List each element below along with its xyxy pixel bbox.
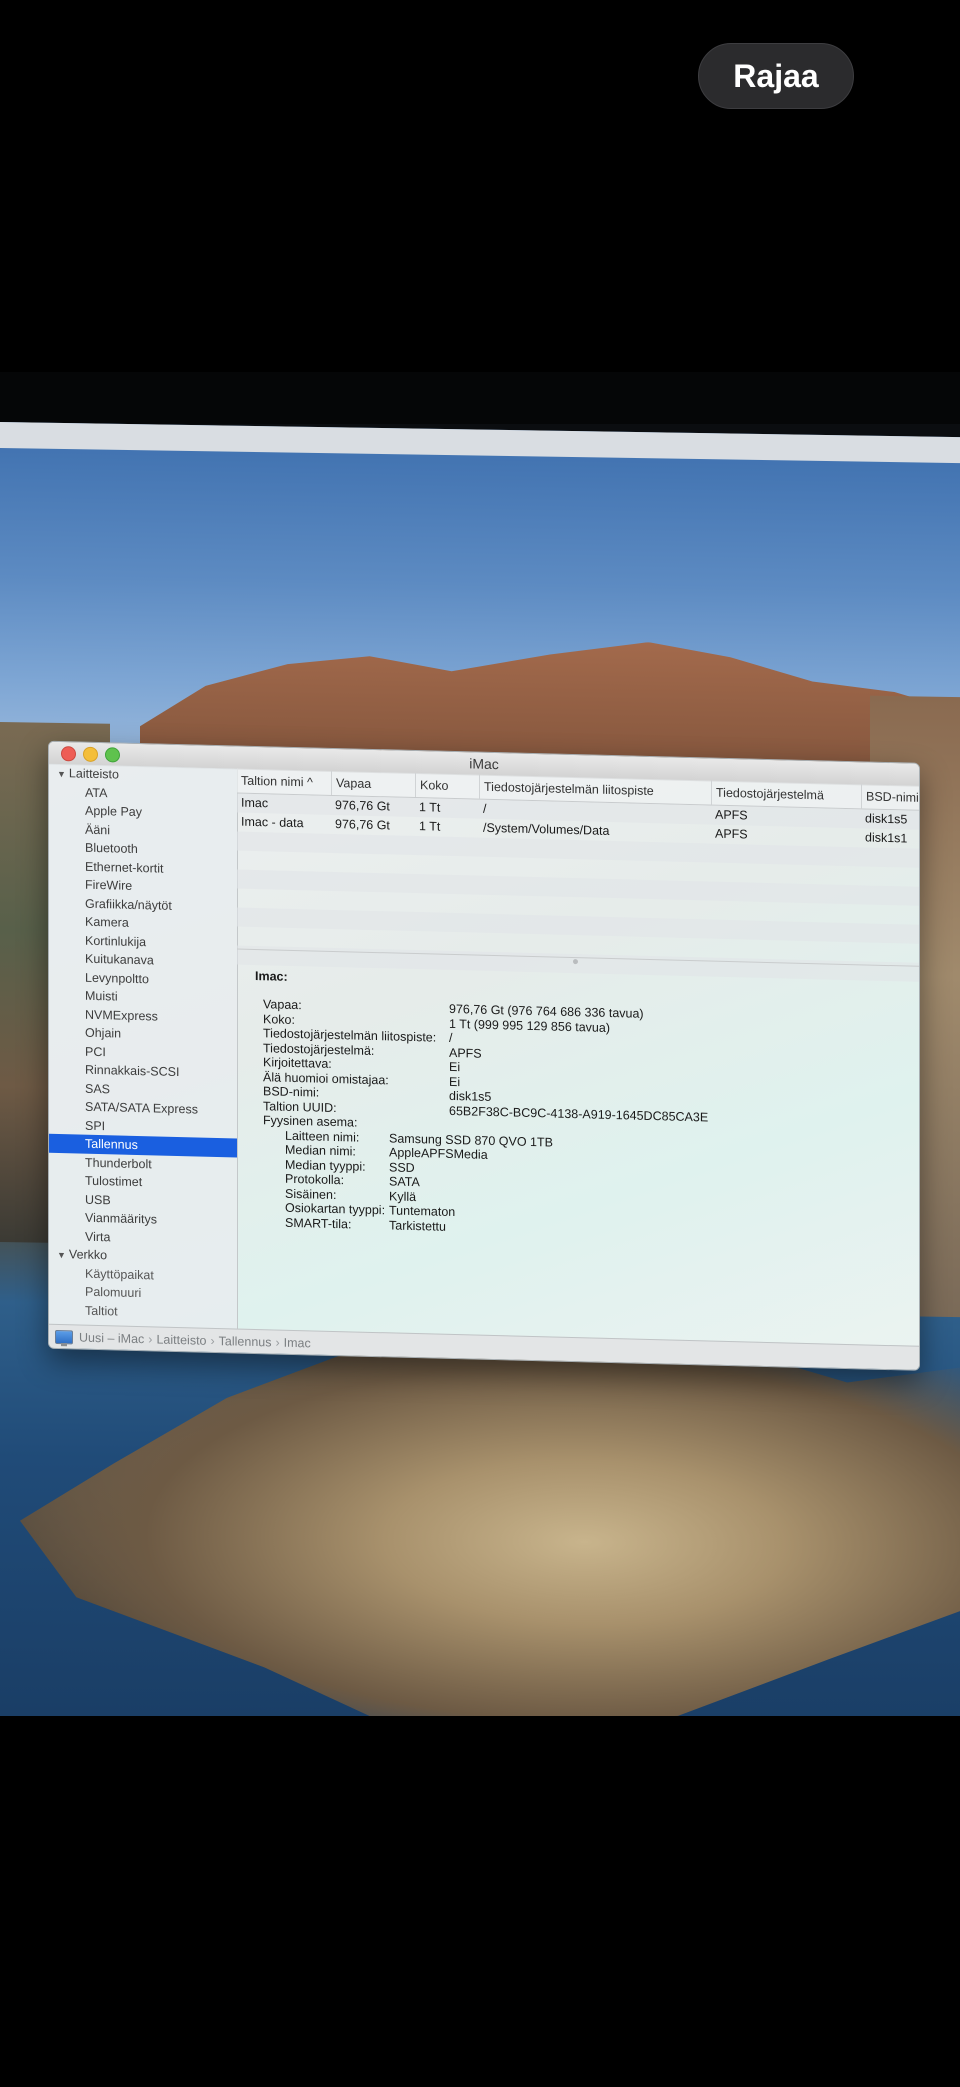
detail-value: Tarkistettu bbox=[389, 1217, 446, 1234]
detail-value: APFS bbox=[449, 1045, 482, 1061]
crop-button[interactable]: Rajaa bbox=[698, 43, 854, 109]
detail-value: Ei bbox=[449, 1074, 461, 1089]
detail-value: Tuntematon bbox=[389, 1203, 456, 1220]
detail-value: SSD bbox=[389, 1159, 415, 1175]
detail-value: / bbox=[449, 1030, 453, 1045]
detail-label: Protokolla: bbox=[285, 1171, 345, 1188]
detail-label: Koko: bbox=[263, 1011, 295, 1027]
column-header[interactable]: Tiedostojärjestelmän liitospiste bbox=[479, 774, 654, 804]
sidebar-group-label: Verkko bbox=[68, 1247, 108, 1263]
table-cell: Imac bbox=[241, 795, 269, 811]
detail-value: SATA bbox=[389, 1174, 420, 1190]
sidebar-item[interactable]: Taltiot bbox=[49, 1300, 237, 1323]
breadcrumb-item[interactable]: Laitteisto bbox=[156, 1332, 206, 1347]
column-header[interactable]: Tiedostojärjestelmä bbox=[711, 780, 824, 808]
detail-label: Vapaa: bbox=[263, 997, 302, 1013]
detail-value: Ei bbox=[449, 1059, 461, 1075]
detail-heading: Imac: bbox=[255, 968, 288, 984]
sidebar-network-items: Käyttöpaikat Palomuuri Taltiot bbox=[49, 1263, 237, 1323]
disclosure-triangle-icon[interactable]: ▼ bbox=[57, 769, 66, 779]
detail-label: Median tyyppi: bbox=[285, 1157, 366, 1174]
system-information-window: iMac ▼ Laitteisto ATA Apple Pay Ääni Bluetoo… bbox=[48, 740, 920, 1371]
column-header[interactable]: Vapaa bbox=[331, 770, 372, 796]
column-header[interactable]: BSD-nimi bbox=[861, 784, 919, 810]
detail-value: Kyllä bbox=[389, 1188, 417, 1204]
detail-label: Median nimi: bbox=[285, 1142, 356, 1159]
detail-label: Sisäinen: bbox=[285, 1186, 337, 1202]
breadcrumb-path: Uusi – iMac › Laitteisto › Tallennus › Imac bbox=[79, 1330, 311, 1350]
table-cell: / bbox=[483, 801, 487, 816]
column-header[interactable]: Koko bbox=[415, 773, 449, 798]
detail-label: Taltion UUID: bbox=[263, 1098, 337, 1115]
detail-label: Fyysinen asema: bbox=[263, 1113, 358, 1130]
breadcrumb-separator: › bbox=[275, 1335, 280, 1350]
computer-icon bbox=[55, 1329, 73, 1344]
detail-value: disk1s5 bbox=[449, 1088, 492, 1104]
table-cell: 1 Tt bbox=[419, 819, 441, 834]
table-cell: disk1s5 bbox=[865, 811, 908, 827]
sidebar: ▼ Laitteisto ATA Apple Pay Ääni Bluetooth Eth… bbox=[49, 763, 238, 1329]
detail-label: Kirjoitettava: bbox=[263, 1055, 332, 1071]
breadcrumb-separator: › bbox=[148, 1331, 153, 1346]
detail-label: BSD-nimi: bbox=[263, 1084, 320, 1100]
table-cell: Imac - data bbox=[241, 814, 304, 831]
detail-pane: Imac: Vapaa: 976,76 Gt (976 764 686 336 t… bbox=[237, 959, 919, 1346]
table-cell: disk1s1 bbox=[865, 830, 908, 846]
photo: iMac ▼ Laitteisto ATA Apple Pay Ääni Bluetoo… bbox=[0, 372, 960, 1716]
table-cell: 976,76 Gt bbox=[335, 798, 390, 814]
breadcrumb-separator: › bbox=[210, 1333, 215, 1348]
monitor-bezel bbox=[0, 372, 960, 424]
detail-value: 1 Tt (999 995 129 856 tavua) bbox=[449, 1016, 610, 1035]
detail-label: Laitteen nimi: bbox=[285, 1128, 360, 1145]
breadcrumb-item[interactable]: Imac bbox=[284, 1335, 311, 1350]
table-cell: APFS bbox=[715, 826, 748, 842]
detail-value: 65B2F38C-BC9C-4138-A919-1645DC85CA3E bbox=[449, 1103, 709, 1124]
desktop-wallpaper: iMac ▼ Laitteisto ATA Apple Pay Ääni Bluetoo… bbox=[0, 422, 960, 1716]
column-header[interactable]: Taltion nimi ^ bbox=[237, 769, 313, 795]
detail-label: SMART-tila: bbox=[285, 1215, 352, 1231]
table-cell: APFS bbox=[715, 807, 748, 823]
menu-bar bbox=[0, 422, 960, 464]
breadcrumb-item[interactable]: Uusi – iMac bbox=[79, 1330, 144, 1346]
sidebar-group-label: Laitteisto bbox=[68, 766, 119, 782]
table-cell: 976,76 Gt bbox=[335, 817, 390, 833]
sidebar-items: ATA Apple Pay Ääni Bluetooth Ethernet-kortit… bbox=[49, 782, 237, 1249]
disclosure-triangle-icon[interactable]: ▼ bbox=[57, 1250, 66, 1260]
breadcrumb-item[interactable]: Tallennus bbox=[219, 1334, 272, 1349]
table-cell: 1 Tt bbox=[419, 800, 441, 815]
